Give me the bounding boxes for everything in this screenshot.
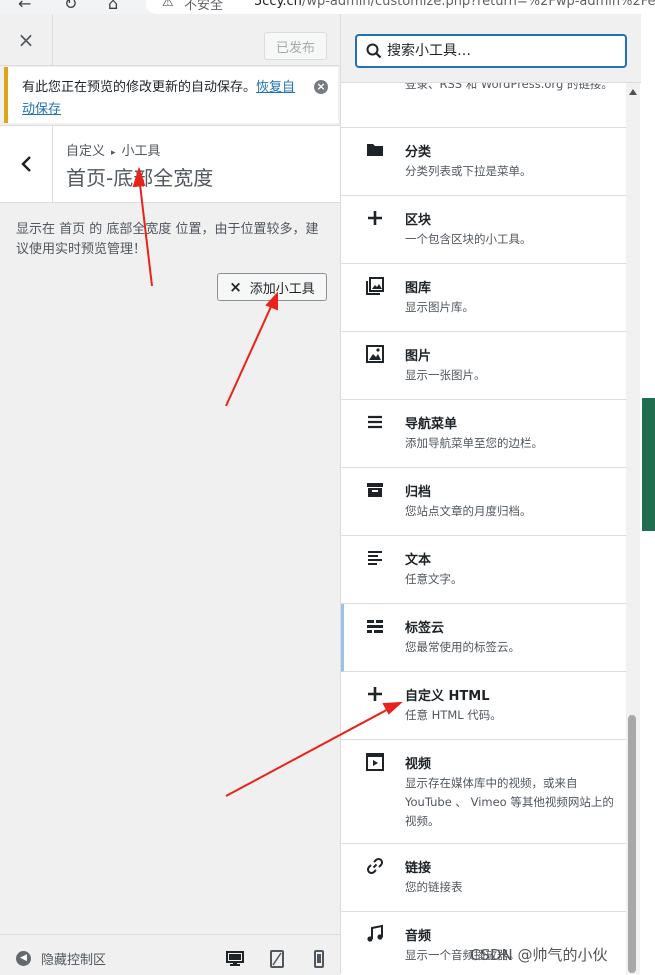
section-title: 首页-底部全宽度 bbox=[66, 166, 214, 190]
widget-item-archives[interactable]: 归档 您站点文章的月度归档。 bbox=[341, 468, 626, 536]
chevron-left-icon bbox=[21, 156, 31, 172]
widget-name: 自定义 HTML bbox=[405, 689, 490, 704]
customizer-footer: ◀ 隐藏控制区 bbox=[0, 934, 340, 975]
widget-name: 音频 bbox=[405, 929, 432, 944]
widget-name: 区块 bbox=[405, 213, 432, 228]
widget-item-block[interactable]: 区块 一个包含区块的小工具。 bbox=[341, 196, 626, 264]
plus-icon bbox=[368, 687, 382, 701]
widget-desc: 您最常使用的标签云。 bbox=[405, 640, 520, 654]
customizer-header: × 已发布 bbox=[0, 14, 340, 66]
widget-item-video[interactable]: 视频 显示存在媒体库中的视频，或来自 YouTube 、 Vimeo 等其他视频… bbox=[341, 740, 626, 844]
widget-desc: 分类列表或下拉是菜单。 bbox=[405, 164, 532, 178]
widget-name: 归档 bbox=[405, 485, 432, 500]
gallery-icon bbox=[366, 277, 384, 295]
widget-item-tag-cloud[interactable]: 标签云 您最常使用的标签云。 bbox=[341, 604, 626, 672]
breadcrumb-current: 小工具 bbox=[121, 144, 161, 159]
notice-text: 有此您正在预览的修改更新的自动保存。 bbox=[22, 80, 257, 95]
desktop-icon[interactable] bbox=[226, 950, 244, 968]
breadcrumb: 自定义 ▸ 小工具 bbox=[66, 140, 161, 159]
folder-icon bbox=[367, 144, 383, 156]
widget-name: 图库 bbox=[405, 281, 432, 296]
widget-name: 标签云 bbox=[405, 621, 445, 636]
widget-name: 视频 bbox=[405, 757, 432, 772]
widget-name: 导航菜单 bbox=[405, 417, 458, 432]
add-widget-label: 添加小工具 bbox=[249, 281, 315, 297]
security-status: 不安全 bbox=[184, 0, 224, 13]
watermark: CSDN @帅气的小伙 bbox=[470, 946, 608, 964]
close-button[interactable]: × bbox=[0, 14, 53, 65]
widget-search-box[interactable] bbox=[355, 34, 627, 68]
widget-search-area bbox=[341, 14, 655, 83]
widget-chooser: 登录、RSS 和 WordPress.org 的链接。 分类 分类列表或下拉是菜… bbox=[341, 14, 655, 974]
text-icon bbox=[368, 551, 382, 565]
close-icon: × bbox=[229, 278, 242, 296]
widget-desc: 您站点文章的月度归档。 bbox=[405, 504, 532, 518]
widget-item-image[interactable]: 图片 显示一张图片。 bbox=[341, 332, 626, 400]
widget-name: 图片 bbox=[405, 349, 432, 364]
plus-icon bbox=[368, 211, 382, 225]
widget-item-nav-menu[interactable]: 导航菜单 添加导航菜单至您的边栏。 bbox=[341, 400, 626, 468]
collapse-label: 隐藏控制区 bbox=[41, 953, 107, 968]
arrow-left-circle-icon: ◀ bbox=[16, 951, 31, 966]
widget-name: 分类 bbox=[405, 145, 432, 160]
customizer-panel: × 已发布 有此您正在预览的修改更新的自动保存。恢复自动保存 × 自定义 ▸ 小工具… bbox=[0, 14, 341, 975]
link-icon bbox=[366, 857, 384, 875]
menu-icon bbox=[368, 415, 382, 429]
widget-desc: 显示一张图片。 bbox=[405, 368, 486, 382]
browser-toolbar: ← ↻ ⌂ ⚠ 不安全 5ccy.cn/wp-admin/customize.p… bbox=[0, 0, 655, 14]
widget-desc: 任意文字。 bbox=[405, 572, 463, 586]
search-icon bbox=[366, 43, 382, 59]
widget-desc: 一个包含区块的小工具。 bbox=[405, 232, 532, 246]
widget-item-text[interactable]: 文本 任意文字。 bbox=[341, 536, 626, 604]
widget-item-links[interactable]: 链接 您的链接表 bbox=[341, 844, 626, 912]
publish-button[interactable]: 已发布 bbox=[264, 32, 327, 60]
video-icon bbox=[366, 753, 384, 771]
widget-desc: 显示图片库。 bbox=[405, 300, 474, 314]
widget-item-meta[interactable]: 登录、RSS 和 WordPress.org 的链接。 bbox=[341, 83, 626, 128]
widget-list: 登录、RSS 和 WordPress.org 的链接。 分类 分类列表或下拉是菜… bbox=[341, 83, 626, 974]
archive-icon bbox=[367, 483, 383, 497]
music-icon bbox=[367, 924, 383, 942]
tablet-icon[interactable] bbox=[268, 950, 286, 968]
image-icon bbox=[366, 345, 384, 363]
refresh-icon[interactable]: ↻ bbox=[64, 0, 77, 13]
mobile-icon[interactable] bbox=[310, 950, 328, 968]
home-icon[interactable]: ⌂ bbox=[108, 0, 118, 13]
warning-icon[interactable]: ⚠ bbox=[162, 0, 174, 10]
dismiss-icon[interactable]: × bbox=[314, 80, 328, 94]
widget-item-categories[interactable]: 分类 分类列表或下拉是菜单。 bbox=[341, 128, 626, 196]
widget-name: 文本 bbox=[405, 553, 432, 568]
widget-desc: 显示存在媒体库中的视频，或来自 YouTube 、 Vimeo 等其他视频网站上… bbox=[405, 776, 614, 828]
widget-desc: 任意 HTML 代码。 bbox=[405, 708, 502, 722]
widget-name: 链接 bbox=[405, 861, 432, 876]
widget-desc: 您的链接表 bbox=[405, 880, 463, 894]
url-text: 5ccy.cn/wp-admin/customize.php?return=%2… bbox=[254, 0, 655, 9]
widget-item-custom-html[interactable]: 自定义 HTML 任意 HTML 代码。 bbox=[341, 672, 626, 740]
back-button[interactable] bbox=[0, 126, 53, 202]
arrow-left-icon[interactable]: ← bbox=[18, 0, 31, 13]
scroll-thumb[interactable] bbox=[628, 715, 636, 973]
breadcrumb-root: 自定义 bbox=[66, 144, 106, 159]
widget-search-input[interactable] bbox=[387, 43, 617, 59]
scroll-up-arrow-icon[interactable] bbox=[629, 89, 637, 95]
tag-cloud-icon bbox=[367, 620, 383, 633]
section-description: 显示在 首页 的 底部全宽度 位置，由于位置较多，建议使用实时预览管理！ bbox=[16, 222, 319, 257]
widget-desc: 添加导航菜单至您的边栏。 bbox=[405, 436, 543, 450]
widget-desc: 登录、RSS 和 WordPress.org 的链接。 bbox=[405, 83, 613, 91]
section-header: 自定义 ▸ 小工具 首页-底部全宽度 bbox=[0, 125, 340, 203]
preview-green-bar bbox=[642, 398, 655, 531]
collapse-sidebar-button[interactable]: ◀ 隐藏控制区 bbox=[16, 949, 106, 968]
breadcrumb-separator: ▸ bbox=[111, 148, 116, 158]
widget-item-gallery[interactable]: 图库 显示图片库。 bbox=[341, 264, 626, 332]
autosave-notice: 有此您正在预览的修改更新的自动保存。恢复自动保存 × bbox=[4, 67, 338, 123]
add-widget-button[interactable]: × 添加小工具 bbox=[217, 273, 327, 301]
url-path: /wp-admin/customize.php?return=%2Fwp-adm… bbox=[301, 0, 655, 9]
url-host: 5ccy.cn bbox=[254, 0, 302, 9]
widget-list-scrollbar[interactable] bbox=[626, 83, 640, 974]
